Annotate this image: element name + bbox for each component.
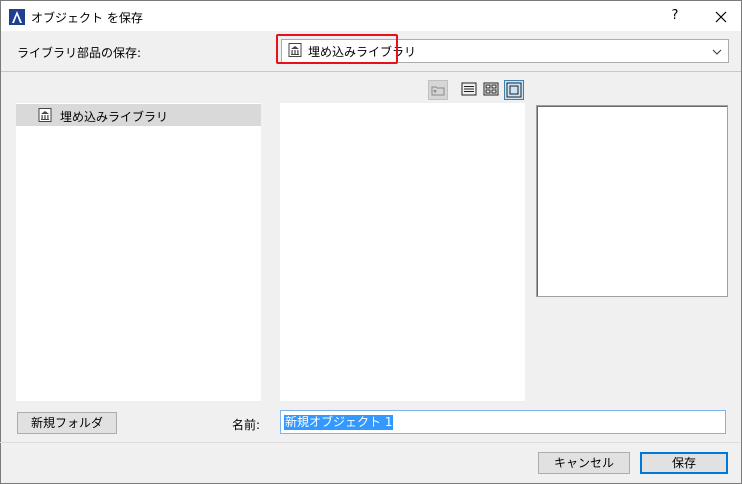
grid-view-button[interactable] (482, 80, 502, 100)
name-input-value: 新規オブジェクト 1 (284, 415, 394, 430)
list-view-icon (461, 82, 477, 96)
tree-item-embedded-library[interactable]: 埋め込みライブラリ (16, 104, 261, 126)
help-button[interactable]: ? (657, 1, 693, 31)
annotation-highlight-box (276, 34, 398, 64)
grid-view-icon (483, 82, 499, 96)
name-label: 名前: (232, 418, 261, 432)
preview-panel (536, 105, 728, 297)
parent-folder-button[interactable] (428, 80, 448, 100)
tree-item-label: 埋め込みライブラリ (60, 110, 169, 124)
cancel-button[interactable]: キャンセル (538, 452, 630, 474)
library-tree-panel[interactable]: 埋め込みライブラリ (16, 103, 261, 401)
close-icon (715, 11, 727, 22)
save-to-label: ライブラリ部品の保存: (17, 46, 142, 60)
archicad-app-icon (9, 9, 25, 25)
chevron-down-icon (712, 45, 722, 59)
new-folder-button[interactable]: 新規フォルダ (17, 412, 117, 434)
folder-contents-panel[interactable] (280, 103, 525, 401)
save-button[interactable]: 保存 (640, 452, 728, 474)
window-title: オブジェクト を保存 (31, 11, 143, 25)
preview-view-icon (506, 82, 522, 98)
title-bar: オブジェクト を保存 ? (1, 1, 741, 31)
name-input[interactable]: 新規オブジェクト 1 (280, 410, 726, 434)
parent-folder-icon (431, 86, 445, 96)
close-button[interactable] (703, 1, 739, 31)
preview-view-button[interactable] (504, 80, 524, 100)
list-view-button[interactable] (460, 80, 480, 100)
embedded-library-icon (38, 108, 52, 125)
